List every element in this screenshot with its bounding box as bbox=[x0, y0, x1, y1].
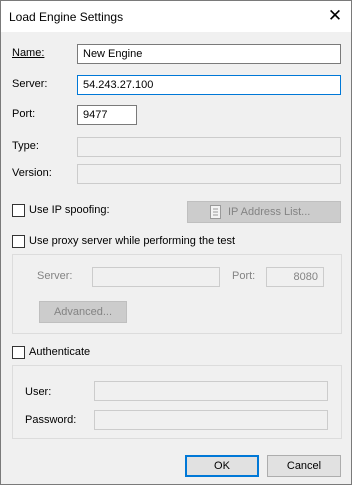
proxy-server-label: Server: bbox=[37, 270, 73, 282]
user-field bbox=[94, 381, 328, 401]
ok-button[interactable]: OK bbox=[185, 455, 259, 477]
dialog-title: Load Engine Settings bbox=[9, 10, 124, 24]
proxy-label[interactable]: Use proxy server while performing the te… bbox=[29, 235, 235, 247]
server-label: Server: bbox=[12, 78, 48, 90]
proxy-port-field: 8080 bbox=[266, 267, 324, 287]
authenticate-group: User: Password: bbox=[12, 365, 342, 439]
password-label: Password: bbox=[25, 414, 77, 426]
proxy-port-label: Port: bbox=[232, 270, 256, 282]
type-field bbox=[77, 137, 341, 157]
ip-address-list-label: IP Address List... bbox=[228, 206, 311, 218]
advanced-button: Advanced... bbox=[39, 301, 127, 323]
cancel-button[interactable]: Cancel bbox=[267, 455, 341, 477]
port-label: Port: bbox=[12, 108, 36, 120]
proxy-group: Server: Port: 8080 Advanced... bbox=[12, 254, 342, 334]
port-field[interactable]: 9477 bbox=[77, 105, 137, 125]
title-bar: Load Engine Settings ✕ bbox=[1, 1, 351, 32]
password-field bbox=[94, 410, 328, 430]
proxy-server-field bbox=[92, 267, 220, 287]
server-field[interactable]: 54.243.27.100 bbox=[77, 75, 341, 95]
name-label: Name: bbox=[12, 47, 44, 59]
ip-spoofing-checkbox[interactable] bbox=[12, 204, 25, 217]
version-label: Version: bbox=[12, 167, 52, 179]
ip-spoofing-label[interactable]: Use IP spoofing: bbox=[29, 204, 110, 216]
type-label: Type: bbox=[12, 140, 39, 152]
authenticate-label[interactable]: Authenticate bbox=[29, 346, 90, 358]
ip-address-list-button: IP Address List... bbox=[187, 201, 341, 223]
name-label-text: Name: bbox=[12, 47, 45, 59]
version-field bbox=[77, 164, 341, 184]
name-field[interactable]: New Engine bbox=[77, 44, 341, 64]
proxy-checkbox[interactable] bbox=[12, 235, 25, 248]
authenticate-checkbox[interactable] bbox=[12, 346, 25, 359]
user-label: User: bbox=[25, 386, 52, 398]
load-engine-settings-dialog: Load Engine Settings ✕ Name: New Engine … bbox=[0, 0, 352, 485]
document-list-icon bbox=[210, 205, 221, 219]
close-icon[interactable]: ✕ bbox=[323, 5, 347, 27]
